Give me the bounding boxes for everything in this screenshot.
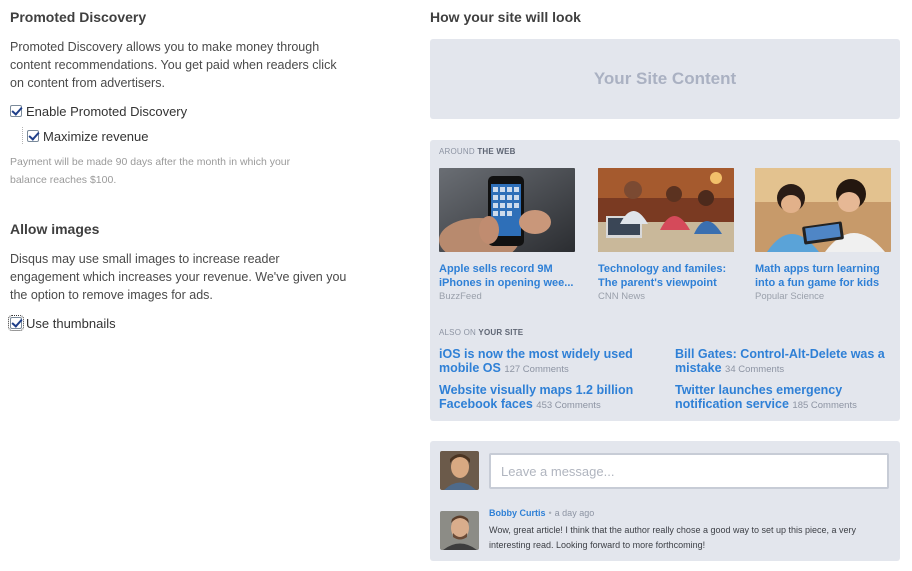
- promoted-card-title[interactable]: Math apps turn learning into a fun game …: [755, 262, 891, 290]
- site-link[interactable]: Website visually maps 1.2 billion Facebo…: [439, 383, 654, 413]
- message-input[interactable]: [489, 453, 889, 489]
- use-thumbnails-label: Use thumbnails: [26, 315, 116, 331]
- promoted-discovery-description: Promoted Discovery allows you to make mo…: [10, 40, 337, 90]
- checkbox-checked-icon[interactable]: [27, 130, 39, 142]
- comment-count: 127 Comments: [504, 364, 569, 375]
- comment-text: Wow, great article! I think that the aut…: [489, 525, 857, 550]
- promoted-card[interactable]: Math apps turn learning into a fun game …: [755, 168, 891, 304]
- site-content-label: Your Site Content: [593, 69, 737, 88]
- promoted-card-title[interactable]: Apple sells record 9M iPhones in opening…: [439, 262, 575, 290]
- comment-author[interactable]: Bobby Curtis: [489, 508, 546, 518]
- discovery-widget: AROUND THE WEB Apple sells record 9M iPh…: [430, 140, 900, 421]
- promoted-card[interactable]: Technology and familes: The parent's vie…: [598, 168, 734, 304]
- allow-images-description: Disqus may use small images to increase …: [10, 252, 347, 302]
- enable-promoted-discovery-label: Enable Promoted Discovery: [26, 103, 188, 119]
- enable-promoted-discovery-checkbox[interactable]: Enable Promoted Discovery: [10, 103, 187, 119]
- commenter-avatar[interactable]: [440, 511, 479, 550]
- comment-meta: Bobby Curtis • a day ago: [489, 508, 594, 518]
- family-thumbnail[interactable]: [598, 168, 734, 252]
- around-the-web-label: AROUND THE WEB: [439, 147, 516, 156]
- kids-tablet-thumbnail[interactable]: [755, 168, 891, 252]
- promoted-discovery-heading: Promoted Discovery: [10, 9, 147, 25]
- indent-guide: [22, 127, 23, 144]
- allow-images-heading: Allow images: [10, 221, 100, 237]
- site-link[interactable]: Bill Gates: Control-Alt-Delete was a mis…: [675, 347, 890, 377]
- site-content-placeholder: Your Site Content: [430, 39, 900, 119]
- promoted-card-source: Popular Science: [755, 291, 825, 302]
- promoted-card-source: CNN News: [598, 291, 645, 302]
- maximize-revenue-checkbox[interactable]: Maximize revenue: [27, 128, 149, 144]
- checkbox-checked-icon[interactable]: [10, 105, 22, 117]
- checkbox-checked-icon[interactable]: [8, 315, 24, 331]
- comment-count: 185 Comments: [792, 400, 857, 411]
- iphone-thumbnail[interactable]: [439, 168, 575, 252]
- comment-count: 34 Comments: [725, 364, 785, 375]
- meta-separator: •: [548, 508, 552, 518]
- promoted-card[interactable]: Apple sells record 9M iPhones in opening…: [439, 168, 575, 304]
- current-user-avatar: [440, 451, 479, 490]
- comment-count: 453 Comments: [536, 400, 601, 411]
- payment-note: Payment will be made 90 days after the m…: [10, 156, 291, 186]
- comments-widget: Bobby Curtis•a day ago Wow, great articl…: [430, 441, 900, 561]
- promoted-card-title[interactable]: Technology and familes: The parent's vie…: [598, 262, 734, 290]
- promoted-card-source: BuzzFeed: [439, 291, 482, 302]
- maximize-revenue-label: Maximize revenue: [43, 128, 149, 144]
- site-link[interactable]: Twitter launches emergency notification …: [675, 383, 890, 413]
- use-thumbnails-checkbox[interactable]: Use thumbnails: [8, 315, 116, 331]
- site-link[interactable]: iOS is now the most widely used mobile O…: [439, 347, 654, 377]
- also-on-your-site-label: ALSO ON YOUR SITE: [439, 328, 524, 337]
- preview-heading: How your site will look: [430, 9, 581, 25]
- comment-time[interactable]: a day ago: [555, 508, 595, 518]
